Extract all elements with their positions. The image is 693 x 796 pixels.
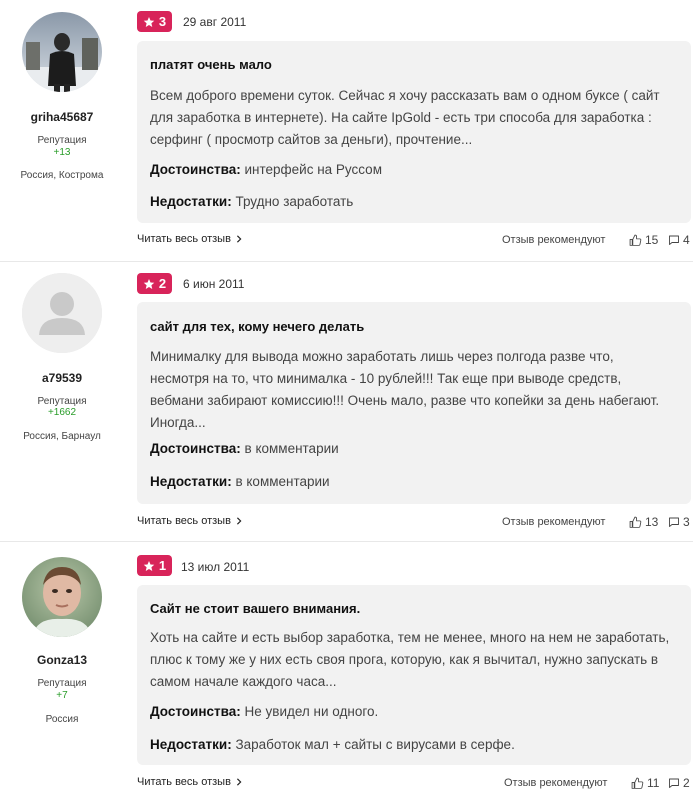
review-date: 29 авг 2011 — [183, 15, 247, 29]
comments-button[interactable]: 4 — [668, 233, 690, 247]
rating-badge: 2 — [137, 273, 172, 294]
review-date: 6 июн 2011 — [183, 277, 245, 291]
comment-icon — [669, 235, 679, 245]
review-title[interactable]: сайт для тех, кому нечего делать — [150, 319, 364, 334]
user-photo-icon — [22, 12, 102, 92]
comments-button[interactable]: 3 — [668, 515, 690, 529]
review-text: Всем доброго времени суток. Сейчас я хоч… — [150, 88, 660, 147]
like-button[interactable]: 15 — [629, 233, 658, 247]
chevron-right-icon — [236, 235, 242, 243]
star-icon — [143, 16, 155, 27]
reputation-value: +1662 — [47, 407, 77, 418]
reputation-label: Репутация — [37, 135, 87, 146]
review-text: Хоть на сайте и есть выбор заработка, те… — [150, 630, 670, 689]
cons-label: Недостатки: — [150, 737, 232, 752]
pros-text: в комментарии — [244, 441, 339, 456]
star-icon — [143, 560, 155, 571]
chevron-right-icon — [236, 778, 242, 786]
cons-text: Трудно заработать — [235, 194, 354, 209]
cons-label: Недостатки: — [150, 474, 232, 489]
rating-badge: 1 — [137, 555, 172, 576]
read-more-label: Читать весь отзыв — [137, 233, 231, 245]
review-pros: Достоинства: в комментарии — [150, 441, 339, 456]
recommend-label: Отзыв рекомендуют — [502, 234, 606, 246]
reputation-label: Репутация — [37, 396, 87, 407]
read-more-link[interactable]: Читать весь отзыв — [137, 233, 243, 245]
username[interactable]: a79539 — [0, 371, 124, 385]
chevron-right-icon — [236, 517, 242, 525]
review-pros: Достоинства: Не увидел ни одного. — [150, 704, 378, 719]
read-more-link[interactable]: Читать весь отзыв — [137, 776, 243, 788]
reputation-value: +7 — [56, 690, 68, 701]
pros-label: Достоинства: — [150, 441, 241, 456]
pros-label: Достоинства: — [150, 162, 241, 177]
recommend-label: Отзыв рекомендуют — [504, 777, 608, 789]
rating-value: 1 — [158, 558, 167, 573]
reputation-label: Репутация — [37, 678, 87, 689]
recommend-label: Отзыв рекомендуют — [502, 516, 606, 528]
divider — [0, 261, 693, 262]
review-cons: Недостатки: Трудно заработать — [150, 194, 353, 209]
review-pros: Достоинства: интерфейс на Руссом — [150, 162, 382, 177]
pros-text: Не увидел ни одного. — [244, 704, 379, 719]
user-location: Россия — [45, 714, 79, 725]
review-title[interactable]: Сайт не стоит вашего внимания. — [150, 601, 360, 616]
review-card[interactable]: Сайт не стоит вашего внимания. Хоть на с… — [137, 585, 691, 765]
review-cons: Недостатки: Заработок мал + сайты с виру… — [150, 737, 515, 752]
cons-text: в комментарии — [235, 474, 330, 489]
like-count: 13 — [645, 515, 659, 529]
review-card[interactable]: сайт для тех, кому нечего делать Минимал… — [137, 302, 691, 504]
comments-button[interactable]: 2 — [668, 776, 690, 790]
pros-label: Достоинства: — [150, 704, 241, 719]
comment-count: 4 — [683, 233, 690, 247]
cons-text: Заработок мал + сайты с вирусами в серфе… — [235, 737, 515, 752]
user-photo-icon — [22, 557, 102, 637]
comment-icon — [669, 517, 679, 527]
divider — [0, 541, 693, 542]
rating-value: 3 — [158, 14, 167, 29]
default-avatar-icon — [22, 273, 102, 353]
review-date: 13 июл 2011 — [181, 560, 250, 574]
reputation-value: +13 — [53, 147, 71, 158]
user-location: Россия, Барнаул — [23, 431, 101, 442]
comment-icon — [669, 778, 679, 788]
like-button[interactable]: 11 — [631, 776, 659, 790]
read-more-label: Читать весь отзыв — [137, 776, 231, 788]
thumbs-up-icon — [629, 234, 642, 246]
rating-value: 2 — [158, 276, 167, 291]
thumbs-up-icon — [629, 516, 642, 528]
rating-badge: 3 — [137, 11, 172, 32]
pros-text: интерфейс на Руссом — [244, 162, 382, 177]
thumbs-up-icon — [631, 777, 644, 789]
read-more-link[interactable]: Читать весь отзыв — [137, 515, 243, 527]
like-count: 15 — [645, 233, 659, 247]
review-cons: Недостатки: в комментарии — [150, 474, 330, 489]
review-card[interactable]: платят очень мало Всем доброго времени с… — [137, 41, 691, 223]
comment-count: 2 — [683, 776, 690, 790]
like-button[interactable]: 13 — [629, 515, 658, 529]
comment-count: 3 — [683, 515, 690, 529]
user-location: Россия, Кострома — [20, 170, 104, 181]
review-text: Минималку для вывода можно заработать ли… — [150, 349, 660, 430]
read-more-label: Читать весь отзыв — [137, 515, 231, 527]
avatar[interactable] — [22, 273, 102, 353]
cons-label: Недостатки: — [150, 194, 232, 209]
avatar[interactable] — [22, 557, 102, 637]
star-icon — [143, 278, 155, 289]
username[interactable]: griha45687 — [0, 110, 124, 124]
username[interactable]: Gonza13 — [0, 653, 124, 667]
review-title[interactable]: платят очень мало — [150, 57, 272, 72]
avatar[interactable] — [22, 12, 102, 92]
like-count: 11 — [647, 776, 660, 790]
